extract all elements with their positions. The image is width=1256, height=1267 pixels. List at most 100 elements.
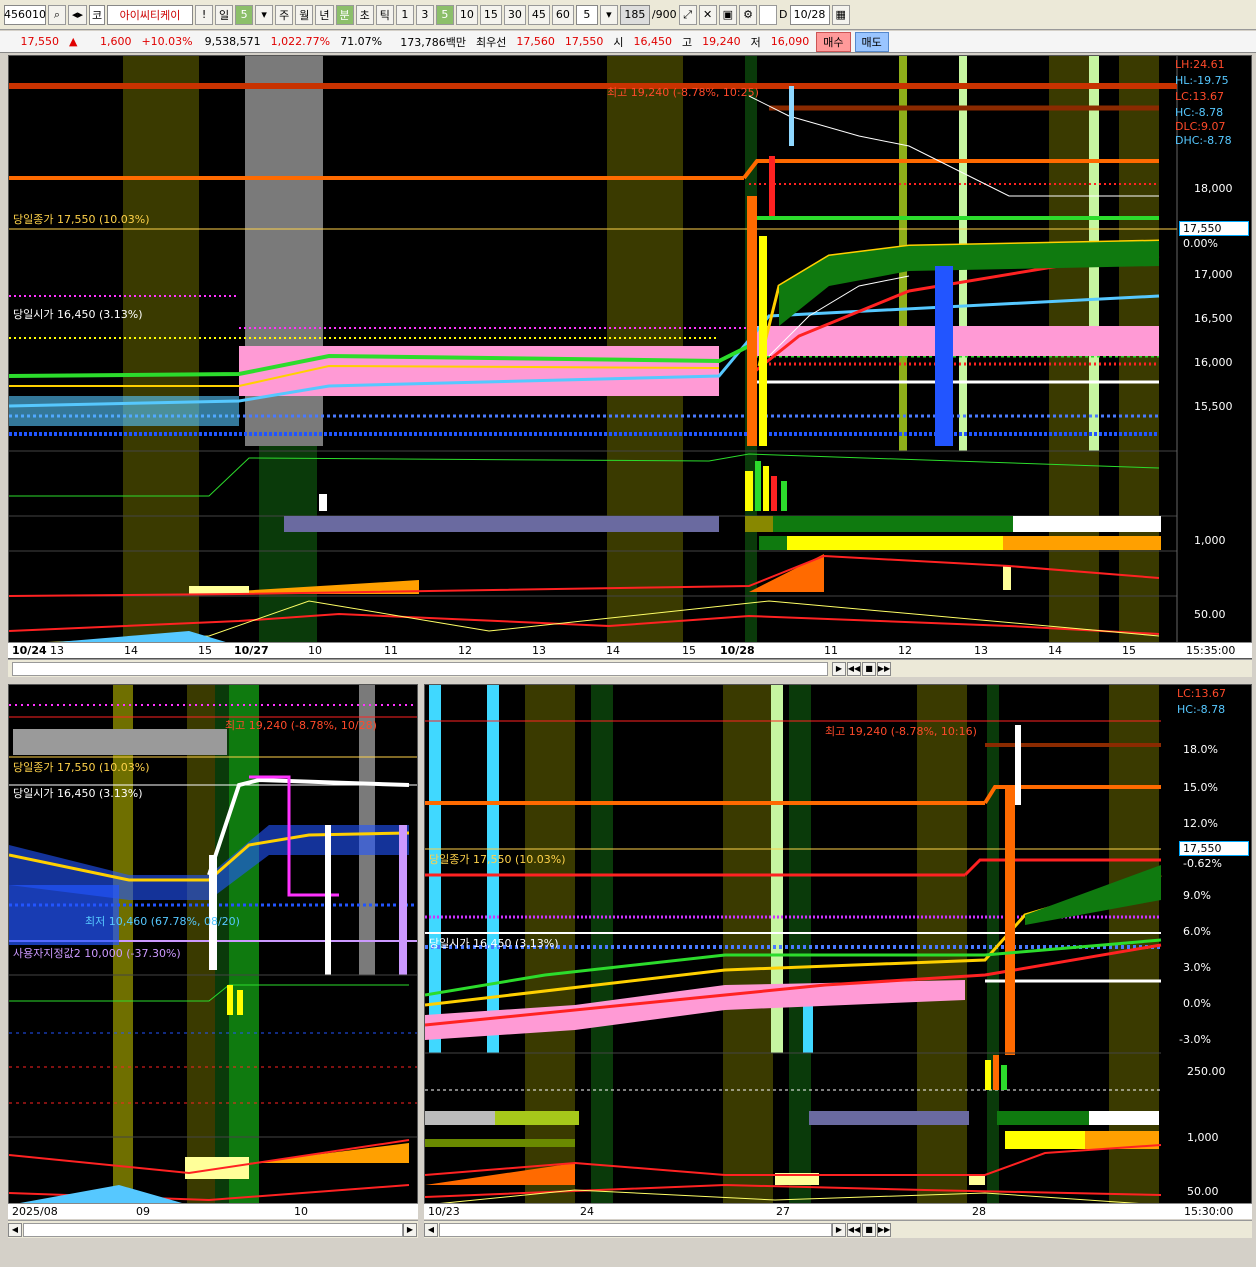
interval-3-button[interactable]: 3 — [415, 4, 434, 25]
period-second-button[interactable]: 초 — [355, 4, 374, 25]
right-close-note: 당일종가 17,550 (10.03%) — [429, 853, 566, 866]
alert-button[interactable]: ! — [195, 4, 214, 25]
top-x-label: 14 — [124, 644, 138, 657]
skip-forward-icon[interactable]: ▶▶ — [877, 661, 891, 676]
save-icon[interactable]: ▣ — [718, 4, 738, 25]
date-input[interactable]: 10/28 — [789, 4, 830, 25]
right-high-note: 최고 19,240 (-8.78%, 10:16) — [825, 725, 977, 738]
top-x-label: 13 — [974, 644, 988, 657]
play-icon[interactable]: ▶ — [832, 661, 846, 676]
period-week-button[interactable]: 주 — [275, 4, 294, 25]
stock-name-field[interactable]: 아이씨티케이 — [107, 4, 194, 25]
top-right-label-dlc: DLC:9.07 — [1175, 120, 1226, 133]
right-pct-tag: -0.62% — [1183, 857, 1222, 870]
left-user-note: 사용자지정값2 10,000 (-37.30%) — [13, 947, 181, 960]
interval-1-button[interactable]: 1 — [395, 4, 414, 25]
right-vol-tick2: 1,000 — [1187, 1131, 1219, 1144]
period-minute-button[interactable]: 분 — [335, 4, 354, 25]
right-chart-pane[interactable]: 최고 19,240 (-8.78%, 10:16) 당일종가 17,550 (1… — [424, 684, 1252, 1204]
right-label-lc: LC:13.67 — [1177, 687, 1227, 700]
nav-arrows-icon[interactable]: ◂▸ — [68, 4, 88, 25]
period-month-button[interactable]: 월 — [295, 4, 314, 25]
high-label: 고 — [682, 35, 693, 49]
right-scrollbar[interactable]: ◀ ▶ ◀◀ ■ ▶▶ — [424, 1220, 1252, 1238]
scroll-left-icon[interactable]: ◀ — [8, 1222, 22, 1237]
top-x-label: 14 — [606, 644, 620, 657]
top-chart-svg — [9, 56, 1178, 646]
date-label: D — [779, 8, 788, 21]
quote-label: 최우선 — [476, 35, 507, 49]
period-count-select[interactable]: 5 — [235, 4, 254, 25]
scroll-left-icon[interactable]: ◀ — [424, 1222, 438, 1237]
top-chart-pane[interactable]: 최고 19,240 (-8.78%, 10:25) 당일종가 17,550 (1… — [8, 55, 1252, 659]
top-x-label: 10/28 — [720, 644, 755, 657]
play-icon[interactable]: ▶ — [403, 1222, 417, 1237]
turnover-rate: 71.07% — [340, 35, 383, 48]
sell-button[interactable]: 매도 — [854, 31, 889, 52]
low-price: 16,090 — [770, 35, 810, 48]
open-price: 16,450 — [633, 35, 673, 48]
interval-30-button[interactable]: 30 — [503, 4, 526, 25]
top-scroll-track[interactable] — [12, 661, 828, 676]
left-x-label: 09 — [136, 1205, 150, 1218]
search-icon[interactable]: ⌕ — [48, 4, 66, 25]
date-checkbox[interactable] — [759, 4, 778, 25]
change-percent: +10.03% — [141, 35, 193, 48]
stock-code-input[interactable]: 456010 — [4, 4, 46, 25]
chevron-down-icon[interactable]: ▾ — [599, 4, 618, 25]
interval-10-button[interactable]: 10 — [455, 4, 478, 25]
play-icon[interactable]: ▶ — [832, 1222, 846, 1237]
top-x-label: 12 — [898, 644, 912, 657]
right-scroll-track[interactable] — [439, 1222, 832, 1237]
top-x-label: 13 — [532, 644, 546, 657]
period-day-button[interactable]: 일 — [215, 4, 234, 25]
stop-icon[interactable]: ■ — [862, 661, 876, 676]
period-tick-button[interactable]: 틱 — [375, 4, 394, 25]
left-x-label: 10 — [294, 1205, 308, 1218]
calendar-icon[interactable]: ▦ — [831, 4, 850, 25]
market-label: 코 — [89, 4, 106, 25]
count-display[interactable]: 185 — [619, 4, 650, 25]
left-scrollbar[interactable]: ◀ ▶ — [8, 1220, 418, 1238]
top-time-axis: 10/24 13 14 15 10/27 10 11 12 13 14 15 1… — [8, 642, 1252, 658]
interval-45-button[interactable]: 45 — [527, 4, 550, 25]
right-x-label: 27 — [776, 1205, 790, 1218]
top-scrollbar[interactable]: ▶ ◀◀ ■ ▶▶ — [8, 659, 1252, 677]
trade-amount: 173,786백만 — [400, 35, 467, 49]
right-open-note: 당일시가 16,450 (3.13%) — [429, 937, 559, 950]
skip-back-icon[interactable]: ◀◀ — [847, 661, 861, 676]
toolbar: 456010 ⌕ ◂▸ 코 아이씨티케이 ! 일 5 ▾ 주 월 년 분 초 틱… — [0, 0, 1256, 30]
top-open-note: 당일시가 16,450 (3.13%) — [13, 308, 143, 321]
top-pct-tag: 0.00% — [1183, 237, 1218, 250]
low-label: 저 — [750, 35, 761, 49]
volume-ratio: 1,022.77% — [270, 35, 331, 48]
interval-5-button[interactable]: 5 — [435, 4, 454, 25]
top-x-label: 15 — [682, 644, 696, 657]
right-x-label: 28 — [972, 1205, 986, 1218]
left-high-note: 최고 19,240 (-8.78%, 10/28) — [225, 719, 377, 732]
top-time-label: 15:35:00 — [1186, 644, 1236, 657]
top-x-label: 13 — [50, 644, 64, 657]
ask-price: 17,560 — [516, 35, 555, 48]
drawing-tool-icon[interactable]: ⤢ — [678, 4, 697, 25]
top-x-label: 15 — [198, 644, 212, 657]
chevron-down-icon[interactable]: ▾ — [255, 4, 274, 25]
skip-back-icon[interactable]: ◀◀ — [847, 1222, 861, 1237]
top-x-label: 14 — [1048, 644, 1062, 657]
interval-60-button[interactable]: 60 — [551, 4, 574, 25]
left-close-note: 당일종가 17,550 (10.03%) — [13, 761, 150, 774]
stop-icon[interactable]: ■ — [862, 1222, 876, 1237]
gear-icon[interactable]: ⚙ — [739, 4, 758, 25]
top-y-tick-15500: 15,500 — [1194, 400, 1233, 413]
left-scroll-track[interactable] — [23, 1222, 403, 1237]
skip-forward-icon[interactable]: ▶▶ — [877, 1222, 891, 1237]
count-select[interactable]: 5 — [575, 4, 598, 25]
top-x-label: 10 — [308, 644, 322, 657]
buy-button[interactable]: 매수 — [816, 31, 851, 52]
period-year-button[interactable]: 년 — [315, 4, 334, 25]
interval-15-button[interactable]: 15 — [479, 4, 502, 25]
top-y-tick-16500: 16,500 — [1194, 312, 1233, 325]
crosshair-icon[interactable]: ✕ — [698, 4, 717, 25]
left-chart-pane[interactable]: 최고 19,240 (-8.78%, 10/28) 당일종가 17,550 (1… — [8, 684, 418, 1204]
top-x-label: 12 — [458, 644, 472, 657]
